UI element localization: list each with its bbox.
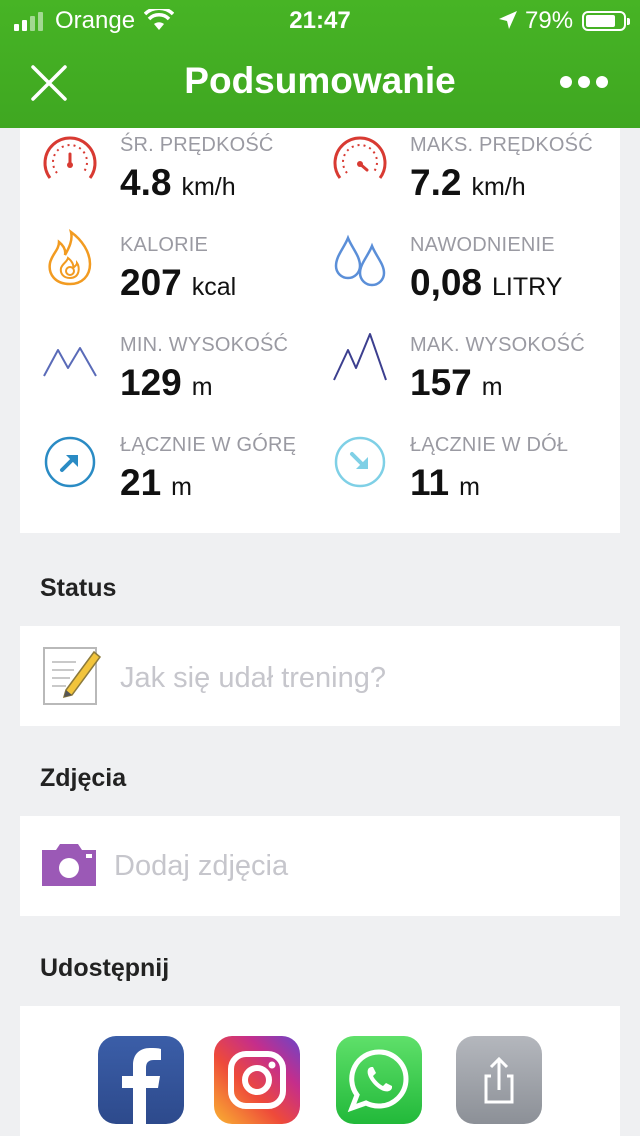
mountain-min-icon bbox=[43, 347, 97, 377]
stat-label: ŁĄCZNIE W DÓŁ bbox=[410, 434, 569, 456]
stat-hydration: NAWODNIENIE 0,08 LITRY bbox=[310, 228, 600, 328]
status-placeholder: Jak się udał trening? bbox=[120, 662, 386, 694]
stat-value: 129 m bbox=[120, 362, 213, 403]
status-section-title: Status bbox=[40, 574, 117, 602]
stat-calories: KALORIE 207 kcal bbox=[20, 228, 310, 328]
share-icon[interactable] bbox=[456, 1036, 542, 1124]
stat-min-altitude: MIN. WYSOKOŚĆ 129 m bbox=[20, 328, 310, 428]
stat-label: MAK. WYSOKOŚĆ bbox=[410, 334, 585, 356]
app-header: Orange 21:47 79% Podsumowanie bbox=[0, 0, 640, 128]
stat-label: NAWODNIENIE bbox=[410, 234, 555, 256]
arrow-down-circle-icon bbox=[334, 436, 386, 488]
stat-value: 207 kcal bbox=[120, 262, 237, 303]
more-options-icon[interactable] bbox=[560, 76, 608, 88]
stat-label: MIN. WYSOKOŚĆ bbox=[120, 334, 289, 356]
instagram-icon[interactable] bbox=[214, 1036, 300, 1124]
flame-icon bbox=[48, 228, 92, 286]
stats-card: ŚR. PRĘDKOŚĆ 4.8 km/h MAKS. PRĘDKOŚĆ 7.2 k… bbox=[20, 128, 620, 533]
stat-total-descent: ŁĄCZNIE W DÓŁ 11 m bbox=[310, 428, 600, 528]
status-bar: Orange 21:47 79% bbox=[0, 0, 640, 42]
facebook-icon[interactable] bbox=[98, 1036, 184, 1124]
whatsapp-icon[interactable] bbox=[336, 1036, 422, 1124]
location-arrow-icon bbox=[499, 11, 517, 29]
water-drops-icon bbox=[334, 234, 386, 287]
stat-label: KALORIE bbox=[120, 234, 209, 256]
share-card bbox=[20, 1006, 620, 1136]
share-section-title: Udostępnij bbox=[40, 954, 170, 982]
battery-percentage: 79% bbox=[525, 7, 574, 34]
stat-label: MAKS. PRĘDKOŚĆ bbox=[410, 134, 593, 156]
note-pencil-icon bbox=[43, 647, 102, 705]
add-photos-button[interactable]: Dodaj zdjęcia bbox=[20, 816, 620, 916]
speedometer-max-icon bbox=[333, 136, 387, 179]
stat-value: 4.8 km/h bbox=[120, 162, 236, 203]
status-input[interactable]: Jak się udał trening? bbox=[20, 626, 620, 726]
stat-value: 157 m bbox=[410, 362, 503, 403]
stat-total-ascent: ŁĄCZNIE W GÓRĘ 21 m bbox=[20, 428, 310, 528]
stat-label: ŁĄCZNIE W GÓRĘ bbox=[120, 434, 297, 456]
mountain-max-icon bbox=[333, 333, 387, 381]
battery-icon bbox=[582, 11, 630, 31]
stat-value: 21 m bbox=[120, 462, 192, 503]
stat-value: 0,08 LITRY bbox=[410, 262, 563, 303]
stat-value: 7.2 km/h bbox=[410, 162, 526, 203]
photos-placeholder: Dodaj zdjęcia bbox=[114, 850, 289, 882]
stat-value: 11 m bbox=[410, 462, 480, 503]
camera-icon bbox=[42, 844, 96, 886]
page-title: Podsumowanie bbox=[184, 60, 456, 101]
stat-avg-speed: ŚR. PRĘDKOŚĆ 4.8 km/h bbox=[20, 128, 310, 228]
stat-max-speed: MAKS. PRĘDKOŚĆ 7.2 km/h bbox=[310, 128, 600, 228]
photos-section-title: Zdjęcia bbox=[40, 764, 127, 792]
speedometer-avg-icon bbox=[43, 136, 97, 179]
stat-label: ŚR. PRĘDKOŚĆ bbox=[120, 134, 274, 156]
stat-max-altitude: MAK. WYSOKOŚĆ 157 m bbox=[310, 328, 600, 428]
arrow-up-circle-icon bbox=[44, 436, 96, 488]
